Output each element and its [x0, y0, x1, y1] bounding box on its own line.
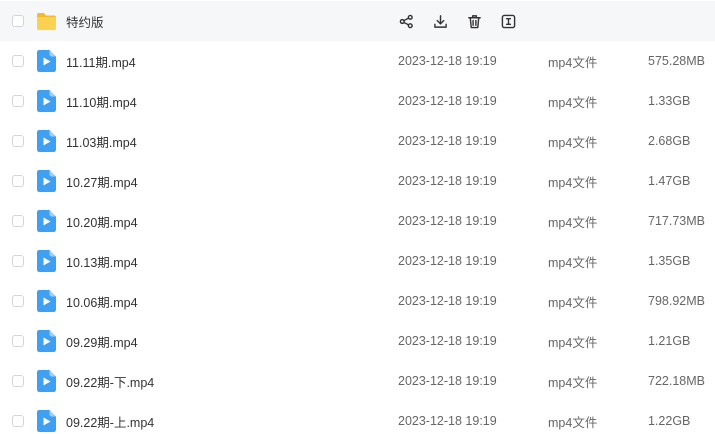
file-row-10[interactable]: 09.22期-上.mp4 2023-12-18 19:19 mp4文件 1.22…: [0, 401, 715, 434]
file-name[interactable]: 09.29期.mp4: [66, 332, 138, 351]
file-date: 2023-12-18 19:19: [398, 174, 497, 188]
file-type: mp4文件: [548, 215, 598, 230]
file-name[interactable]: 11.11期.mp4: [66, 52, 136, 71]
file-size: 1.47GB: [648, 174, 691, 188]
share-icon[interactable]: [397, 12, 415, 30]
file-type: mp4文件: [548, 375, 598, 390]
file-row-5[interactable]: 10.20期.mp4 2023-12-18 19:19 mp4文件 717.73…: [0, 201, 715, 241]
video-file-icon: [37, 290, 56, 312]
video-file-icon: [37, 170, 56, 192]
file-type: mp4文件: [548, 255, 598, 270]
file-checkbox[interactable]: [12, 335, 24, 347]
file-date: 2023-12-18 19:19: [398, 94, 497, 108]
delete-icon[interactable]: [465, 12, 483, 30]
file-type: mp4文件: [548, 95, 598, 110]
file-size: 722.18MB: [648, 374, 705, 388]
file-date: 2023-12-18 19:19: [398, 134, 497, 148]
file-row-9[interactable]: 09.22期-下.mp4 2023-12-18 19:19 mp4文件 722.…: [0, 361, 715, 401]
file-size: 1.33GB: [648, 94, 691, 108]
file-date: 2023-12-18 19:19: [398, 374, 497, 388]
file-name[interactable]: 11.03期.mp4: [66, 132, 137, 151]
file-checkbox[interactable]: [12, 295, 24, 307]
file-name[interactable]: 10.20期.mp4: [66, 212, 138, 231]
file-row-3[interactable]: 11.03期.mp4 2023-12-18 19:19 mp4文件 2.68GB: [0, 121, 715, 161]
file-name[interactable]: 10.06期.mp4: [66, 292, 138, 311]
download-icon[interactable]: [431, 12, 449, 30]
file-size: 717.73MB: [648, 214, 705, 228]
file-type: mp4文件: [548, 415, 598, 430]
folder-checkbox[interactable]: [12, 15, 24, 27]
file-checkbox[interactable]: [12, 175, 24, 187]
video-file-icon: [37, 90, 56, 112]
file-date: 2023-12-18 19:19: [398, 54, 497, 68]
file-date: 2023-12-18 19:19: [398, 294, 497, 308]
file-checkbox[interactable]: [12, 135, 24, 147]
file-name[interactable]: 10.13期.mp4: [66, 252, 138, 271]
file-type: mp4文件: [548, 55, 598, 70]
file-name[interactable]: 09.22期-上.mp4: [66, 412, 154, 431]
file-type: mp4文件: [548, 175, 598, 190]
file-size: 2.68GB: [648, 134, 691, 148]
file-size: 575.28MB: [648, 54, 705, 68]
file-type: mp4文件: [548, 335, 598, 350]
file-name[interactable]: 09.22期-下.mp4: [66, 372, 154, 391]
video-file-icon: [37, 210, 56, 232]
file-checkbox[interactable]: [12, 415, 24, 427]
file-type: mp4文件: [548, 135, 598, 150]
file-checkbox[interactable]: [12, 95, 24, 107]
file-name[interactable]: 11.10期.mp4: [66, 92, 137, 111]
folder-icon: [36, 12, 57, 31]
file-date: 2023-12-18 19:19: [398, 254, 497, 268]
file-name[interactable]: 10.27期.mp4: [66, 172, 138, 191]
file-checkbox[interactable]: [12, 255, 24, 267]
file-type: mp4文件: [548, 295, 598, 310]
file-checkbox[interactable]: [12, 215, 24, 227]
file-size: 1.21GB: [648, 334, 691, 348]
video-file-icon: [37, 410, 56, 432]
video-file-icon: [37, 330, 56, 352]
file-size: 1.22GB: [648, 414, 691, 428]
video-file-icon: [37, 130, 56, 152]
file-size: 798.92MB: [648, 294, 705, 308]
file-row-7[interactable]: 10.06期.mp4 2023-12-18 19:19 mp4文件 798.92…: [0, 281, 715, 321]
folder-actions: [397, 1, 533, 41]
file-date: 2023-12-18 19:19: [398, 214, 497, 228]
file-row-2[interactable]: 11.10期.mp4 2023-12-18 19:19 mp4文件 1.33GB: [0, 81, 715, 121]
file-row-4[interactable]: 10.27期.mp4 2023-12-18 19:19 mp4文件 1.47GB: [0, 161, 715, 201]
folder-row[interactable]: 特约版: [0, 1, 715, 41]
video-file-icon: [37, 370, 56, 392]
file-list: 特约版 11.11期.mp4 2023-12-18 19:19 mp4文件 57…: [0, 0, 715, 434]
file-date: 2023-12-18 19:19: [398, 414, 497, 428]
video-file-icon: [37, 50, 56, 72]
file-size: 1.35GB: [648, 254, 691, 268]
file-row-6[interactable]: 10.13期.mp4 2023-12-18 19:19 mp4文件 1.35GB: [0, 241, 715, 281]
file-checkbox[interactable]: [12, 55, 24, 67]
file-row-1[interactable]: 11.11期.mp4 2023-12-18 19:19 mp4文件 575.28…: [0, 41, 715, 81]
folder-name[interactable]: 特约版: [66, 12, 104, 31]
file-checkbox[interactable]: [12, 375, 24, 387]
video-file-icon: [37, 250, 56, 272]
file-date: 2023-12-18 19:19: [398, 334, 497, 348]
rename-icon[interactable]: [499, 12, 517, 30]
file-row-8[interactable]: 09.29期.mp4 2023-12-18 19:19 mp4文件 1.21GB: [0, 321, 715, 361]
